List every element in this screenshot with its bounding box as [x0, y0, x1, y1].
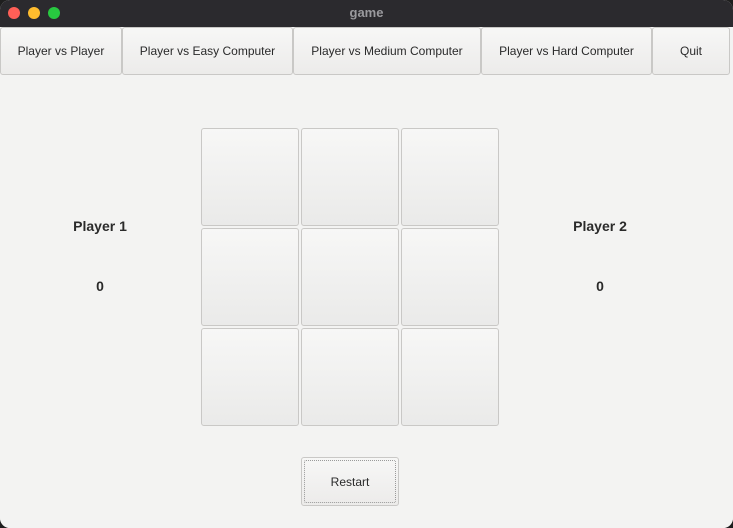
player1-score: 0: [96, 278, 104, 294]
player-vs-player-button[interactable]: Player vs Player: [0, 27, 122, 75]
board-cell-4[interactable]: [201, 228, 299, 326]
game-area: Player 1 0 Player 2 0 Restart: [0, 77, 733, 528]
board-cell-7[interactable]: [201, 328, 299, 426]
player1-label: Player 1: [73, 218, 127, 234]
window-title: game: [349, 5, 384, 20]
mode-toolbar: Player vs Player Player vs Easy Computer…: [0, 27, 733, 77]
player2-label: Player 2: [573, 218, 627, 234]
app-window: game Player vs Player Player vs Easy Com…: [0, 0, 733, 528]
restart-button[interactable]: Restart: [301, 457, 399, 506]
player-vs-easy-computer-button[interactable]: Player vs Easy Computer: [122, 27, 293, 75]
quit-button[interactable]: Quit: [652, 27, 730, 75]
board-cell-3[interactable]: [401, 128, 499, 226]
player-vs-medium-computer-button[interactable]: Player vs Medium Computer: [293, 27, 481, 75]
board-cell-5[interactable]: [301, 228, 399, 326]
board-cell-9[interactable]: [401, 328, 499, 426]
player-vs-hard-computer-button[interactable]: Player vs Hard Computer: [481, 27, 652, 75]
player2-score: 0: [596, 278, 604, 294]
tic-tac-toe-board: [200, 127, 500, 427]
title-bar[interactable]: game: [0, 0, 733, 28]
board-cell-2[interactable]: [301, 128, 399, 226]
board-cell-6[interactable]: [401, 228, 499, 326]
restart-button-label: Restart: [330, 474, 370, 489]
board-cell-1[interactable]: [201, 128, 299, 226]
board-cell-8[interactable]: [301, 328, 399, 426]
